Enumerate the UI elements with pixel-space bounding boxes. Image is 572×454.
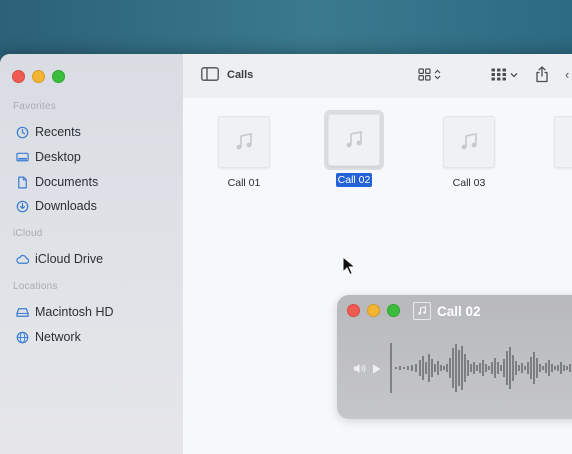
file-item[interactable]: Call 01 — [199, 116, 289, 191]
sidebar-item-desktop[interactable]: Desktop — [16, 148, 81, 166]
window-title: Calls — [227, 69, 254, 81]
desktop-icon — [16, 151, 29, 164]
sidebar-item-label: Macintosh HD — [35, 305, 114, 319]
desktop-background — [0, 0, 572, 56]
file-item[interactable]: Call 03 — [424, 116, 514, 191]
sidebar-item-label: Downloads — [35, 199, 97, 213]
file-item[interactable]: Ca — [535, 116, 572, 191]
download-icon — [16, 200, 29, 213]
group-icon — [491, 68, 506, 81]
chevron-down-icon — [510, 72, 518, 77]
sidebar-item-label: Recents — [35, 125, 81, 139]
quick-look-player: Call 02 — [337, 295, 572, 419]
play-icon[interactable] — [372, 361, 381, 379]
sidebar-item-label: iCloud Drive — [35, 252, 104, 266]
player-minimize-button[interactable] — [367, 304, 380, 317]
mouse-pointer-icon — [342, 255, 357, 281]
share-button[interactable] — [535, 66, 549, 88]
more-chevron-icon[interactable]: ‹ — [565, 67, 569, 82]
group-by-button[interactable] — [491, 68, 518, 81]
section-title-icloud: iCloud — [13, 228, 43, 239]
sidebar-item-documents[interactable]: Documents — [16, 173, 98, 191]
player-zoom-button[interactable] — [387, 304, 400, 317]
player-controls — [353, 361, 381, 379]
sidebar: Favorites Recents Desktop Documents Down… — [0, 54, 184, 454]
player-close-button[interactable] — [347, 304, 360, 317]
file-name: Call 03 — [452, 177, 486, 189]
music-note-icon — [413, 302, 431, 320]
audio-waveform[interactable] — [389, 340, 572, 396]
sidebar-item-network[interactable]: Network — [16, 328, 81, 346]
sidebar-item-label: Desktop — [35, 150, 81, 164]
toolbar: Calls ‹ — [183, 54, 572, 99]
hard-drive-icon — [16, 306, 29, 319]
clock-icon — [16, 126, 29, 139]
volume-icon[interactable] — [353, 361, 366, 379]
selection-highlight — [324, 110, 384, 170]
zoom-button[interactable] — [52, 70, 65, 83]
player-title: Call 02 — [437, 303, 481, 319]
audio-file-icon — [218, 116, 270, 168]
sidebar-toggle-icon[interactable] — [201, 67, 219, 86]
close-button[interactable] — [12, 70, 25, 83]
sidebar-item-recents[interactable]: Recents — [16, 123, 81, 141]
chevron-updown-icon — [434, 69, 441, 80]
sidebar-item-macintosh-hd[interactable]: Macintosh HD — [16, 303, 114, 321]
audio-file-icon — [554, 116, 572, 168]
section-title-locations: Locations — [13, 281, 58, 292]
grid-view-icon — [418, 68, 431, 81]
sidebar-item-downloads[interactable]: Downloads — [16, 197, 97, 215]
file-name: Call 01 — [227, 177, 261, 189]
globe-icon — [16, 331, 29, 344]
player-window-controls — [347, 304, 400, 317]
sidebar-item-icloud-drive[interactable]: iCloud Drive — [16, 250, 103, 268]
file-item-selected[interactable]: Call 02 — [309, 110, 399, 188]
window-controls — [12, 70, 65, 83]
view-mode-button[interactable] — [418, 68, 441, 81]
player-title-bar: Call 02 — [413, 302, 481, 320]
audio-file-icon — [443, 116, 495, 168]
section-title-favorites: Favorites — [13, 101, 56, 112]
cloud-icon — [16, 253, 29, 266]
sidebar-item-label: Network — [35, 330, 81, 344]
audio-file-icon — [328, 114, 380, 166]
document-icon — [16, 176, 29, 189]
minimize-button[interactable] — [32, 70, 45, 83]
sidebar-item-label: Documents — [35, 175, 99, 189]
share-icon — [536, 66, 548, 83]
file-name: Call 02 — [335, 173, 373, 187]
